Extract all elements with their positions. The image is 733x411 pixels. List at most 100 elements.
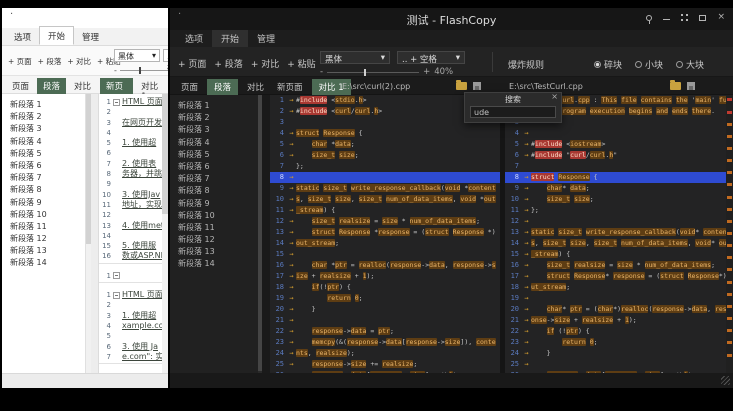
menu-item-2[interactable]: 管理 — [74, 28, 107, 45]
font-select[interactable]: 黑体 ▾ — [320, 51, 390, 64]
menu-item-1[interactable]: 开始 — [212, 30, 248, 47]
save-icon[interactable] — [473, 82, 481, 90]
toolbar-button-0[interactable]: + 页面 — [6, 55, 34, 68]
code-line[interactable]: 13→ struct Response *response = (struct … — [270, 227, 500, 238]
slider-track[interactable] — [327, 72, 419, 73]
close-icon[interactable]: × — [551, 92, 558, 101]
code-line[interactable]: 17→ struct Response* response = (struct … — [505, 271, 726, 282]
tab-1[interactable]: 段落 — [37, 78, 66, 94]
paragraph-item[interactable]: 新段落 6 — [2, 160, 85, 172]
code-line[interactable]: 19→ — [505, 293, 726, 304]
ruler-mark[interactable] — [727, 171, 732, 174]
code-line[interactable]: 9→static size_t write_response_callback(… — [270, 183, 500, 194]
ruler-mark[interactable] — [727, 244, 732, 247]
code-line[interactable]: 6→#include "curl/curl.h" — [505, 150, 726, 161]
document-line[interactable]: 5 — [99, 331, 168, 341]
paragraph-item[interactable]: 新段落 11 — [2, 221, 85, 233]
font-select[interactable]: 黑体 ▾ — [114, 49, 160, 62]
code-line[interactable]: 5→ char *data; — [270, 139, 500, 150]
tab-2[interactable]: 对比 — [68, 78, 97, 94]
pin-icon[interactable] — [646, 15, 652, 21]
code-line[interactable]: 21→onse->size + realsize + 1); — [505, 315, 726, 326]
menu-item-0[interactable]: 选项 — [6, 28, 39, 45]
code-line[interactable]: 10→s, size_t size, size_t num_of_data_it… — [270, 194, 500, 205]
code-line[interactable]: 10→ size_t size; — [505, 194, 726, 205]
tab-0[interactable]: 页面 — [174, 79, 205, 95]
code-line[interactable]: 4→ — [505, 128, 726, 139]
code-line[interactable]: 19→ return 0; — [270, 293, 500, 304]
toolbar-button-0[interactable]: + 页面 — [178, 57, 206, 70]
document-line[interactable]: 3在网页开发 — [99, 118, 168, 128]
ruler-mark[interactable] — [727, 208, 732, 211]
document-line[interactable]: 51. 使用超 — [99, 138, 168, 148]
ruler-mark-red[interactable] — [727, 98, 732, 101]
radio-option-1[interactable]: 小块 — [635, 58, 663, 71]
code-line[interactable]: 7}; — [270, 161, 500, 172]
paragraph-item[interactable]: 新段落 10 — [2, 209, 85, 221]
paragraph-item[interactable]: 新段落 5 — [2, 148, 85, 160]
paragraph-item[interactable]: 新段落 7 — [2, 172, 85, 184]
paragraph-item[interactable]: 新段落 12 — [2, 233, 85, 245]
code-line[interactable]: 12→ — [505, 216, 726, 227]
slider-minus-label[interactable]: - — [320, 67, 323, 77]
ruler-mark[interactable] — [727, 183, 732, 186]
code-line[interactable]: 18→ut_stream; — [505, 282, 726, 293]
document-line[interactable]: 4xample.com — [99, 321, 168, 331]
open-folder-icon[interactable] — [456, 82, 467, 90]
document-line[interactable]: 6 — [99, 148, 168, 158]
paragraph-item[interactable]: 新段落 7 — [170, 173, 258, 185]
overview-ruler[interactable] — [726, 95, 733, 373]
small-window-titlebar[interactable]: · — [2, 8, 168, 28]
document-line[interactable]: 1HTML 页面跳 — [99, 97, 168, 107]
code-line[interactable]: 21→ — [270, 315, 500, 326]
paragraph-item[interactable]: 新段落 3 — [170, 124, 258, 136]
code-line[interactable]: 4→struct Response { — [270, 128, 500, 139]
code-line[interactable]: 24→nts, realsize); — [270, 348, 500, 359]
paragraph-item[interactable]: 新段落 9 — [2, 197, 85, 209]
toolbar-button-1[interactable]: + 段落 — [36, 55, 64, 68]
toolbar-button-2[interactable]: + 对比 — [251, 57, 279, 70]
document-line[interactable]: 1HTML 页面跳 — [99, 290, 168, 300]
search-input[interactable]: ude — [470, 106, 556, 118]
paragraph-item[interactable]: 新段落 8 — [170, 185, 258, 197]
code-line[interactable]: 9→ char* data; — [505, 183, 726, 194]
radio-option-2[interactable]: 大块 — [676, 58, 704, 71]
document-scrollbar[interactable] — [162, 94, 168, 373]
code-line[interactable]: 20→ } — [270, 304, 500, 315]
ruler-mark[interactable] — [727, 354, 732, 357]
ruler-mark[interactable] — [727, 341, 732, 344]
document-line[interactable]: 103. 使用Jav — [99, 190, 168, 200]
tab-1[interactable]: 段落 — [207, 79, 238, 95]
code-line[interactable]: 15→_stream) { — [505, 249, 726, 260]
paragraph-item[interactable]: 新段落 13 — [170, 246, 258, 258]
tab-2[interactable]: 对比 — [240, 79, 271, 95]
document-line[interactable]: 2 — [99, 107, 168, 117]
ruler-mark[interactable] — [727, 135, 732, 138]
zoom-slider[interactable]: - + 40% — [320, 67, 453, 77]
window-menu-dot-icon[interactable]: · — [10, 9, 13, 20]
document-line[interactable]: 155. 使用服 — [99, 241, 168, 251]
slider-track[interactable] — [120, 70, 168, 71]
fullscreen-button[interactable] — [681, 14, 688, 21]
paragraph-item[interactable]: 新段落 6 — [170, 161, 258, 173]
save-icon[interactable] — [687, 82, 695, 90]
code-line[interactable]: 11→}; — [505, 205, 726, 216]
code-line[interactable]: 15→ — [270, 249, 500, 260]
zoom-slider[interactable]: - — [114, 66, 168, 75]
paragraph-item[interactable]: 新段落 5 — [170, 149, 258, 161]
doc-tab-0[interactable]: 新页面 — [270, 79, 310, 95]
code-line[interactable]: 25→ response->size += realsize; — [270, 359, 500, 370]
code-line[interactable]: 16→ size_t realsize = size * num_of_data… — [505, 260, 726, 271]
code-line[interactable]: 13→static size_t write_response_callback… — [505, 227, 726, 238]
resize-grip[interactable] — [721, 376, 730, 385]
menu-item-0[interactable]: 选项 — [176, 30, 212, 47]
ruler-mark[interactable] — [727, 281, 732, 284]
ruler-mark[interactable] — [727, 256, 732, 259]
document-line[interactable]: 16数或ASP.NE — [99, 251, 168, 261]
toolbar-button-2[interactable]: + 对比 — [65, 55, 93, 68]
menu-item-2[interactable]: 管理 — [248, 30, 284, 47]
open-folder-icon[interactable] — [670, 82, 681, 90]
titlebar[interactable]: · 测试 - FlashCopy × — [170, 8, 733, 30]
paragraph-item[interactable]: 新段落 2 — [170, 112, 258, 124]
menu-item-1[interactable]: 开始 — [39, 26, 74, 45]
